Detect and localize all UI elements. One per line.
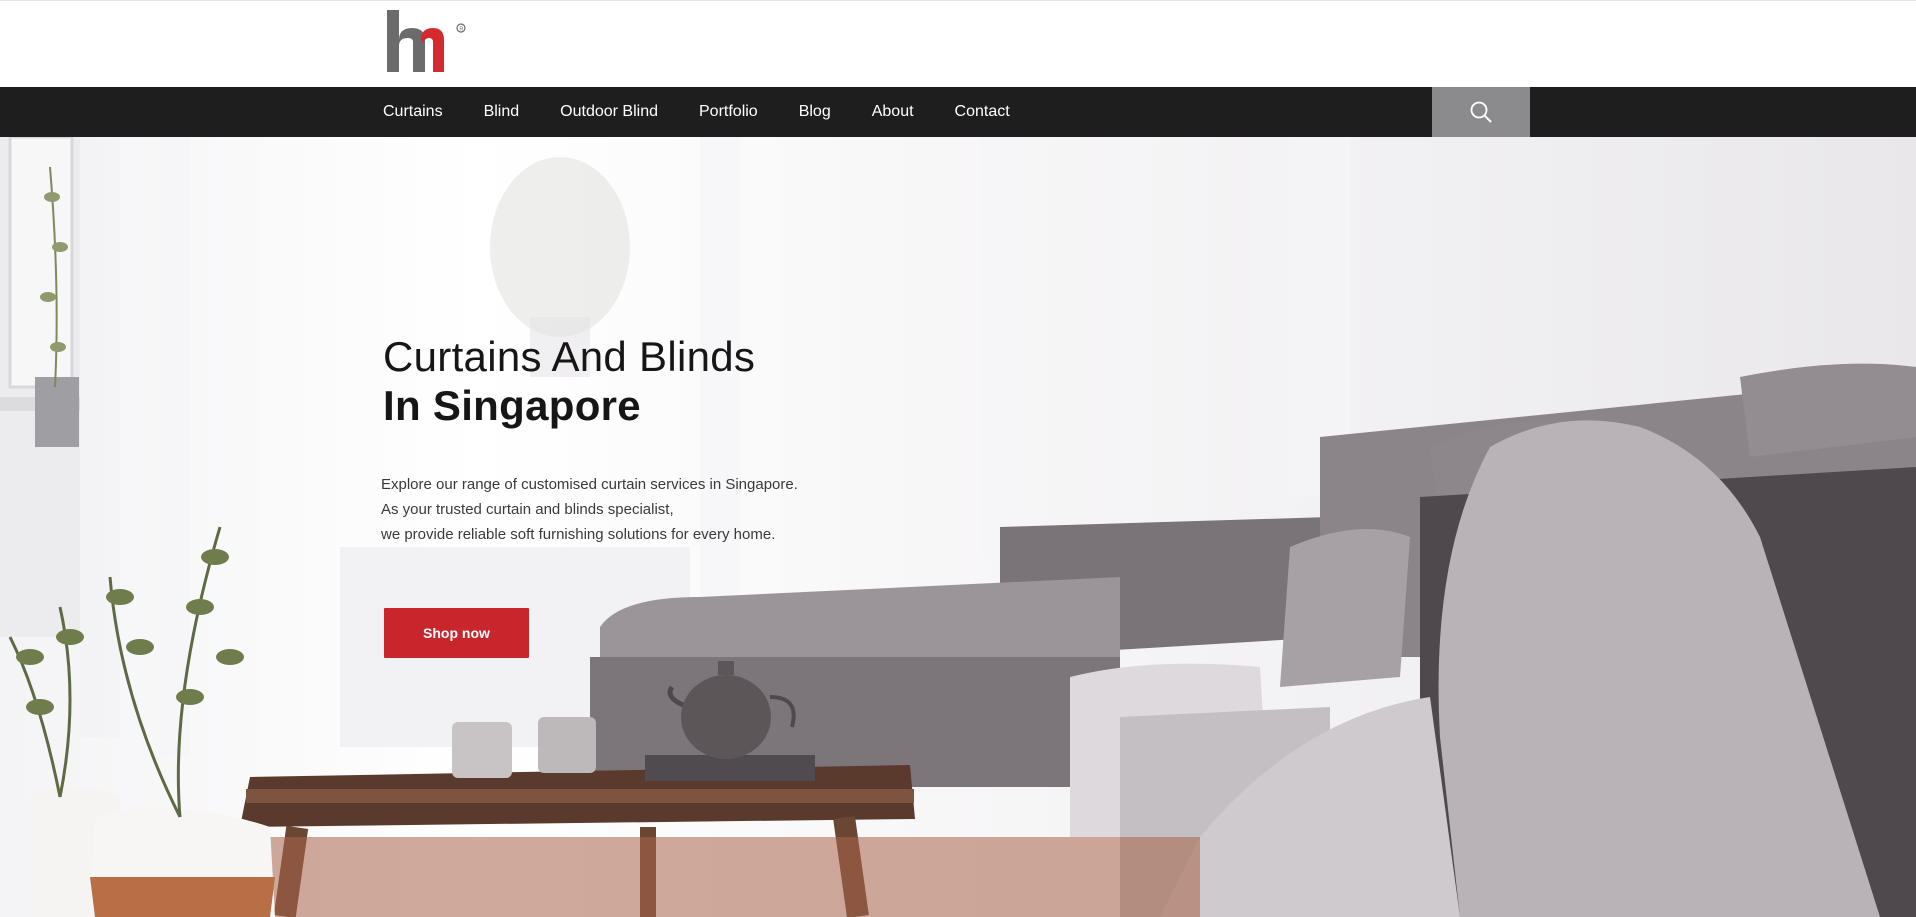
nav-item-portfolio[interactable]: Portfolio bbox=[699, 103, 758, 121]
hero-description: Explore our range of customised curtain … bbox=[381, 472, 798, 547]
hero-description-line: Explore our range of customised curtain … bbox=[381, 476, 798, 493]
search-icon bbox=[1470, 101, 1492, 123]
living-room-photo bbox=[0, 137, 1916, 917]
nav-item-curtains[interactable]: Curtains bbox=[383, 103, 443, 121]
nav-item-blind[interactable]: Blind bbox=[484, 103, 520, 121]
nav-item-outdoor-blind[interactable]: Outdoor Blind bbox=[560, 103, 658, 121]
hero-description-line: we provide reliable soft furnishing solu… bbox=[381, 526, 776, 543]
main-nav: Curtains Blind Outdoor Blind Portfolio B… bbox=[0, 87, 1916, 137]
hero-description-line: As your trusted curtain and blinds speci… bbox=[381, 501, 674, 518]
nav-item-blog[interactable]: Blog bbox=[799, 103, 831, 121]
hm-logo[interactable]: R bbox=[386, 10, 468, 80]
shop-now-button[interactable]: Shop now bbox=[384, 608, 529, 658]
svg-text:R: R bbox=[459, 26, 463, 32]
nav-item-about[interactable]: About bbox=[872, 103, 914, 121]
nav-item-contact[interactable]: Contact bbox=[955, 103, 1010, 121]
hero-title-line-2: In Singapore bbox=[383, 382, 641, 429]
nav-menu: Curtains Blind Outdoor Blind Portfolio B… bbox=[383, 87, 1051, 137]
hero-title-line-1: Curtains And Blinds bbox=[383, 333, 756, 380]
hero-section: Curtains And Blinds In Singapore Explore… bbox=[0, 137, 1916, 917]
site-header: R bbox=[0, 0, 1916, 87]
search-button[interactable] bbox=[1432, 87, 1530, 137]
